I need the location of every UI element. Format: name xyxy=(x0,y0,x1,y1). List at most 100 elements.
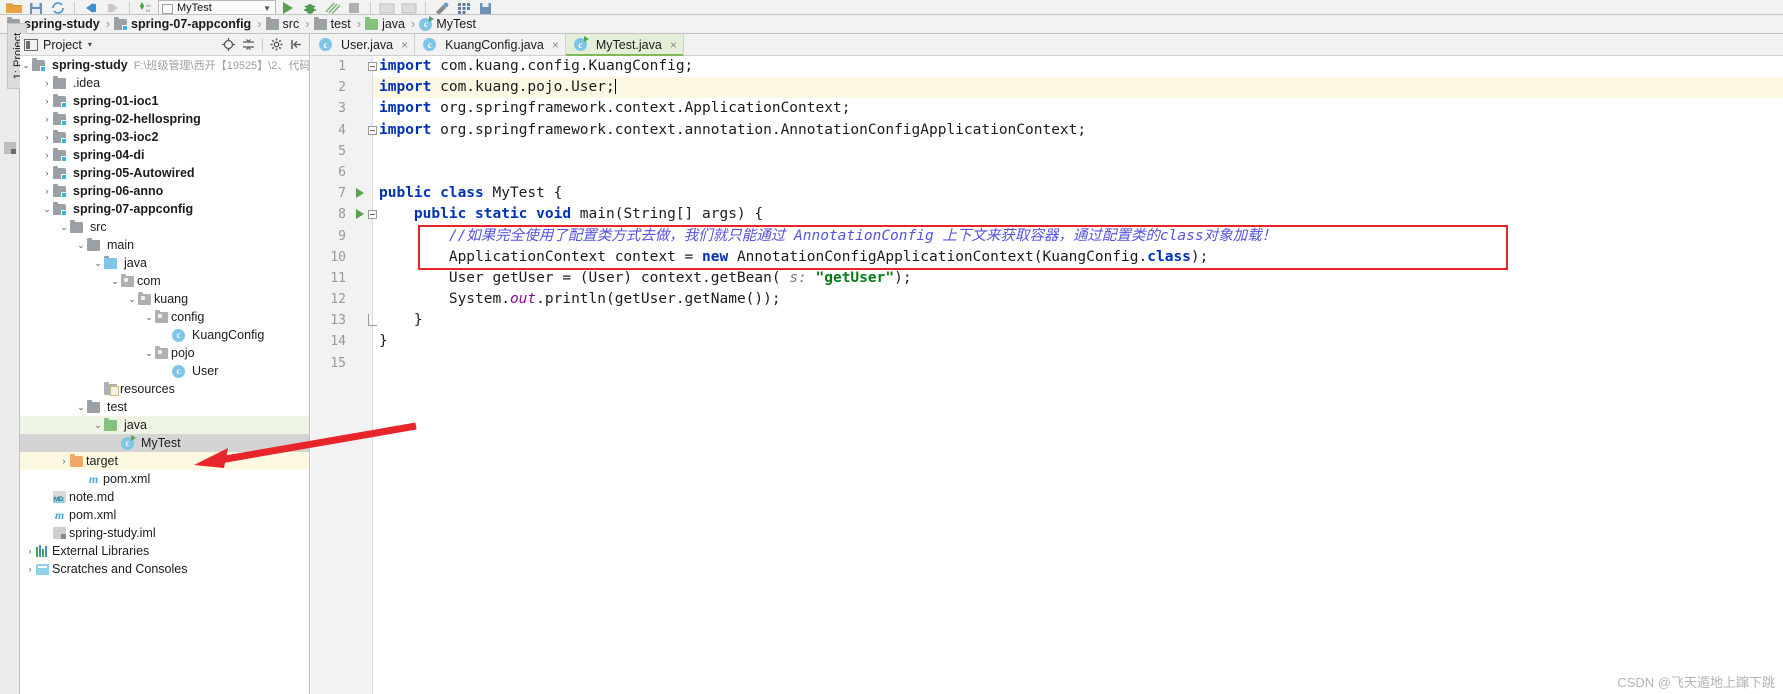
disclosure-triangle-icon[interactable]: › xyxy=(24,560,36,578)
disclosure-triangle-icon[interactable]: ⌄ xyxy=(20,56,32,74)
tree-item-target[interactable]: › target xyxy=(20,452,309,470)
settings-gear-icon[interactable] xyxy=(268,36,285,53)
disclosure-triangle-icon[interactable]: › xyxy=(41,110,53,128)
tree-item-external-libraries[interactable]: › External Libraries xyxy=(20,542,309,560)
debug-icon[interactable] xyxy=(300,0,320,14)
disclosure-triangle-icon[interactable]: ⌄ xyxy=(92,254,104,272)
screenshot-icon[interactable] xyxy=(377,0,397,14)
tree-item-kuangconfig[interactable]: c KuangConfig xyxy=(20,326,309,344)
disclosure-triangle-icon[interactable]: ⌄ xyxy=(58,218,70,236)
breadcrumb-item-spring-07-appconfig[interactable]: spring-07-appconfig xyxy=(112,15,255,34)
tree-item-test[interactable]: ⌄ test xyxy=(20,398,309,416)
keyword: new xyxy=(702,248,729,265)
close-icon[interactable]: × xyxy=(670,38,677,52)
disclosure-triangle-icon[interactable]: ⌄ xyxy=(143,308,155,326)
sync-icon[interactable] xyxy=(48,0,68,14)
grid-icon[interactable] xyxy=(454,0,474,14)
disclosure-triangle-icon[interactable]: › xyxy=(58,452,70,470)
line-number: 7 xyxy=(338,186,346,202)
structure-icon[interactable] xyxy=(4,142,16,154)
disclosure-triangle-icon[interactable]: ⌄ xyxy=(109,272,121,290)
back-arrow-icon[interactable] xyxy=(81,0,101,14)
code-area[interactable]: 1 2 3 4 5 6 7 8 9 10 11 12 13 14 15 import com.kuang.c… xyxy=(311,56,1783,694)
watermark: CSDN @飞天遁地上蹿下跳 xyxy=(1617,675,1775,690)
disclosure-triangle-icon[interactable]: ⌄ xyxy=(75,398,87,416)
close-icon[interactable]: × xyxy=(552,38,559,52)
disclosure-triangle-icon[interactable]: ⌄ xyxy=(75,236,87,254)
run-gutter-icon[interactable] xyxy=(356,209,364,220)
chevron-down-icon[interactable]: ▾ xyxy=(88,40,92,49)
tree-item-spring-07-appconfig[interactable]: ⌄ spring-07-appconfig xyxy=(20,200,309,218)
tree-item-label: pojo xyxy=(171,346,195,360)
tree-item-pom-xml[interactable]: m pom.xml xyxy=(20,470,309,488)
breadcrumb-item-src[interactable]: src xyxy=(264,15,304,34)
stop-icon[interactable] xyxy=(344,0,364,14)
breadcrumb-label: spring-07-appconfig xyxy=(131,17,252,31)
tree-item-java[interactable]: ⌄ java xyxy=(20,254,309,272)
tab-mytest-java[interactable]: c MyTest.java × xyxy=(565,34,684,56)
tree-item-src[interactable]: ⌄ src xyxy=(20,218,309,236)
disclosure-triangle-icon[interactable]: ⌄ xyxy=(41,200,53,218)
code-content[interactable]: import com.kuang.config.KuangConfig; imp… xyxy=(373,56,1783,694)
locate-icon[interactable] xyxy=(220,36,237,53)
disclosure-triangle-icon[interactable]: › xyxy=(41,128,53,146)
compile-icon[interactable]: 10 01 xyxy=(136,0,156,14)
profile-icon[interactable] xyxy=(399,0,419,14)
tree-item-resources[interactable]: resources xyxy=(20,380,309,398)
code-text: .println(getUser.getName()); xyxy=(536,291,781,308)
close-icon[interactable]: × xyxy=(401,38,408,52)
disclosure-triangle-icon[interactable]: › xyxy=(41,74,53,92)
disclosure-triangle-icon[interactable]: › xyxy=(41,182,53,200)
tree-item-spring-05-autowired[interactable]: › spring-05-Autowired xyxy=(20,164,309,182)
breadcrumb-item-java[interactable]: java xyxy=(363,15,409,34)
tree-item--idea[interactable]: › .idea xyxy=(20,74,309,92)
disclosure-triangle-icon[interactable]: › xyxy=(24,542,36,560)
tree-item-config[interactable]: ⌄ config xyxy=(20,308,309,326)
collapse-all-icon[interactable] xyxy=(240,36,257,53)
run-configuration-selector[interactable]: MyTest ▼ xyxy=(158,0,276,14)
iml-file-icon xyxy=(53,527,66,539)
save-all-icon[interactable] xyxy=(26,0,46,14)
tree-item-spring-03-ioc2[interactable]: › spring-03-ioc2 xyxy=(20,128,309,146)
run-icon[interactable] xyxy=(278,0,298,14)
tree-item-java[interactable]: ⌄ java xyxy=(20,416,309,434)
disclosure-triangle-icon[interactable]: › xyxy=(41,164,53,182)
tree-item-mytest[interactable]: c MyTest xyxy=(20,434,309,452)
tab-kuangconfig-java[interactable]: c KuangConfig.java × xyxy=(415,34,566,55)
tree-item-spring-02-hellospring[interactable]: › spring-02-hellospring xyxy=(20,110,309,128)
tree-item-pojo[interactable]: ⌄ pojo xyxy=(20,344,309,362)
tree-item-note-md[interactable]: note.md xyxy=(20,488,309,506)
open-folder-icon[interactable] xyxy=(4,0,24,14)
tree-item-scratches-and-consoles[interactable]: › Scratches and Consoles xyxy=(20,560,309,578)
forward-arrow-icon[interactable] xyxy=(103,0,123,14)
tree-item-com[interactable]: ⌄ com xyxy=(20,272,309,290)
wrench-icon[interactable] xyxy=(432,0,452,14)
library-icon xyxy=(36,545,49,557)
tree-item-spring-01-ioc1[interactable]: › spring-01-ioc1 xyxy=(20,92,309,110)
tree-item-pom-xml[interactable]: m pom.xml xyxy=(20,506,309,524)
run-gutter-icon[interactable] xyxy=(356,188,364,199)
disclosure-triangle-icon[interactable]: ⌄ xyxy=(126,290,138,308)
disclosure-triangle-icon[interactable]: ⌄ xyxy=(92,416,104,434)
save-icon[interactable] xyxy=(476,0,496,14)
tree-item-spring-04-di[interactable]: › spring-04-di xyxy=(20,146,309,164)
line-number: 11 xyxy=(330,270,346,286)
run-coverage-icon[interactable] xyxy=(322,0,342,14)
tree-item-main[interactable]: ⌄ main xyxy=(20,236,309,254)
disclosure-triangle-icon[interactable]: › xyxy=(41,92,53,110)
hide-panel-icon[interactable] xyxy=(288,36,305,53)
tree-item-kuang[interactable]: ⌄ kuang xyxy=(20,290,309,308)
tree-item-spring-study[interactable]: ⌄ spring-study F:\班级管理\西开【19525】\2、代码\ xyxy=(20,56,309,74)
breadcrumb-item-test[interactable]: test xyxy=(312,15,355,34)
tree-item-spring-06-anno[interactable]: › spring-06-anno xyxy=(20,182,309,200)
tree-item-label: pom.xml xyxy=(69,508,117,522)
tab-user-java[interactable]: c User.java × xyxy=(311,34,416,55)
tree-item-spring-study-iml[interactable]: spring-study.iml xyxy=(20,524,309,542)
breadcrumb-item-mytest[interactable]: c MyTest xyxy=(417,15,480,34)
disclosure-triangle-icon[interactable]: › xyxy=(41,146,53,164)
project-tree[interactable]: ⌄ spring-study F:\班级管理\西开【19525】\2、代码\ › .id… xyxy=(20,56,309,694)
code-line-10: ApplicationContext context = new Annotat… xyxy=(373,247,1783,268)
disclosure-triangle-icon[interactable]: ⌄ xyxy=(143,344,155,362)
java-test-class-icon: c xyxy=(573,36,589,51)
tree-item-user[interactable]: c User xyxy=(20,362,309,380)
